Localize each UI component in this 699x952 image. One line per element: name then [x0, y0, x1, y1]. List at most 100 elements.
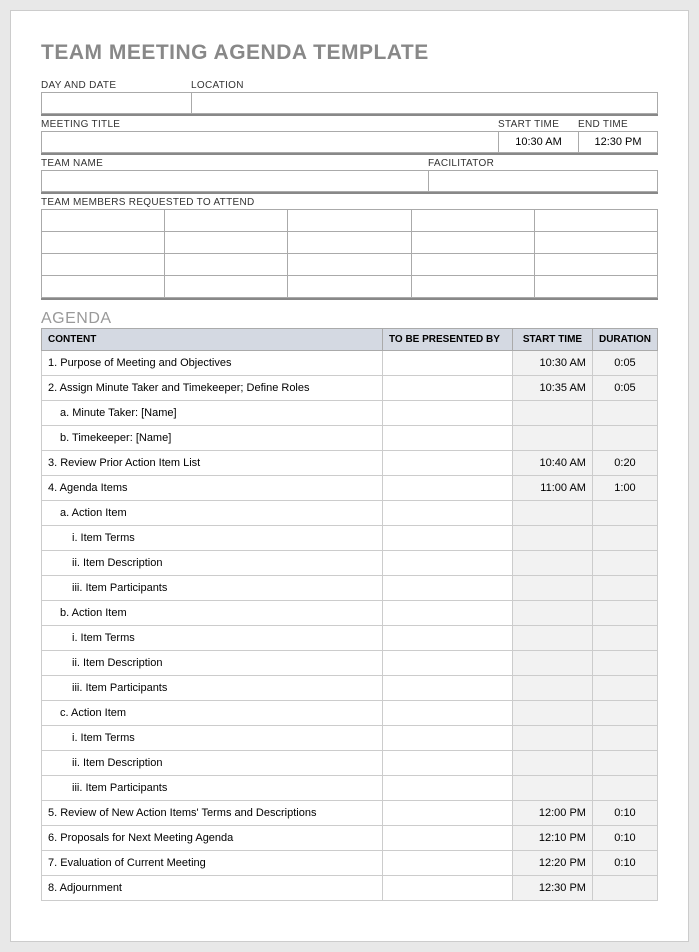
agenda-row: i. Item Terms — [42, 726, 658, 751]
agenda-start[interactable] — [512, 426, 592, 451]
agenda-presented[interactable] — [382, 826, 512, 851]
member-cell[interactable] — [288, 210, 411, 232]
member-cell[interactable] — [411, 276, 534, 298]
member-cell[interactable] — [165, 254, 288, 276]
agenda-start[interactable]: 12:10 PM — [512, 826, 592, 851]
meeting-title-field[interactable] — [41, 131, 498, 153]
member-cell[interactable] — [411, 210, 534, 232]
member-cell[interactable] — [165, 276, 288, 298]
start-time-field[interactable]: 10:30 AM — [498, 131, 578, 153]
member-cell[interactable] — [534, 254, 657, 276]
agenda-duration[interactable] — [592, 526, 657, 551]
agenda-duration[interactable] — [592, 426, 657, 451]
agenda-presented[interactable] — [382, 776, 512, 801]
member-cell[interactable] — [411, 254, 534, 276]
agenda-content: iii. Item Participants — [42, 776, 383, 801]
agenda-start[interactable] — [512, 401, 592, 426]
agenda-content: 4. Agenda Items — [42, 476, 383, 501]
agenda-duration[interactable]: 0:10 — [592, 851, 657, 876]
member-cell[interactable] — [165, 232, 288, 254]
agenda-presented[interactable] — [382, 701, 512, 726]
agenda-duration[interactable]: 0:20 — [592, 451, 657, 476]
agenda-start[interactable]: 12:30 PM — [512, 876, 592, 901]
agenda-start[interactable] — [512, 576, 592, 601]
agenda-duration[interactable] — [592, 751, 657, 776]
location-label: LOCATION — [191, 79, 658, 92]
member-cell[interactable] — [42, 276, 165, 298]
agenda-content: 6. Proposals for Next Meeting Agenda — [42, 826, 383, 851]
agenda-duration[interactable] — [592, 701, 657, 726]
agenda-presented[interactable] — [382, 476, 512, 501]
agenda-start[interactable] — [512, 551, 592, 576]
agenda-presented[interactable] — [382, 376, 512, 401]
agenda-duration[interactable]: 1:00 — [592, 476, 657, 501]
agenda-start[interactable] — [512, 626, 592, 651]
agenda-start[interactable]: 12:00 PM — [512, 801, 592, 826]
agenda-duration[interactable] — [592, 551, 657, 576]
agenda-content: a. Action Item — [42, 501, 383, 526]
facilitator-field[interactable] — [428, 170, 658, 192]
agenda-duration[interactable] — [592, 626, 657, 651]
agenda-start[interactable]: 10:35 AM — [512, 376, 592, 401]
member-cell[interactable] — [288, 276, 411, 298]
member-cell[interactable] — [411, 232, 534, 254]
agenda-start[interactable] — [512, 651, 592, 676]
agenda-presented[interactable] — [382, 626, 512, 651]
agenda-start[interactable] — [512, 526, 592, 551]
agenda-presented[interactable] — [382, 651, 512, 676]
member-cell[interactable] — [288, 232, 411, 254]
agenda-duration[interactable] — [592, 601, 657, 626]
agenda-start[interactable] — [512, 676, 592, 701]
member-cell[interactable] — [42, 210, 165, 232]
member-cell[interactable] — [534, 232, 657, 254]
agenda-start[interactable] — [512, 751, 592, 776]
agenda-start[interactable] — [512, 701, 592, 726]
agenda-start[interactable] — [512, 726, 592, 751]
member-cell[interactable] — [288, 254, 411, 276]
agenda-presented[interactable] — [382, 501, 512, 526]
agenda-presented[interactable] — [382, 876, 512, 901]
agenda-presented[interactable] — [382, 426, 512, 451]
agenda-duration[interactable]: 0:10 — [592, 826, 657, 851]
agenda-presented[interactable] — [382, 801, 512, 826]
agenda-duration[interactable] — [592, 776, 657, 801]
agenda-duration[interactable] — [592, 401, 657, 426]
agenda-presented[interactable] — [382, 526, 512, 551]
agenda-duration[interactable]: 0:05 — [592, 376, 657, 401]
agenda-content: i. Item Terms — [42, 626, 383, 651]
agenda-presented[interactable] — [382, 551, 512, 576]
agenda-presented[interactable] — [382, 851, 512, 876]
agenda-duration[interactable] — [592, 876, 657, 901]
end-time-field[interactable]: 12:30 PM — [578, 131, 658, 153]
agenda-start[interactable]: 10:30 AM — [512, 351, 592, 376]
agenda-duration[interactable] — [592, 501, 657, 526]
agenda-presented[interactable] — [382, 401, 512, 426]
agenda-start[interactable]: 12:20 PM — [512, 851, 592, 876]
member-cell[interactable] — [534, 276, 657, 298]
agenda-duration[interactable] — [592, 651, 657, 676]
agenda-presented[interactable] — [382, 676, 512, 701]
team-name-field[interactable] — [41, 170, 428, 192]
agenda-start[interactable]: 11:00 AM — [512, 476, 592, 501]
agenda-duration[interactable] — [592, 726, 657, 751]
agenda-presented[interactable] — [382, 576, 512, 601]
location-field[interactable] — [191, 92, 658, 114]
member-cell[interactable] — [534, 210, 657, 232]
agenda-duration[interactable] — [592, 676, 657, 701]
agenda-presented[interactable] — [382, 726, 512, 751]
member-cell[interactable] — [42, 232, 165, 254]
agenda-start[interactable] — [512, 601, 592, 626]
agenda-duration[interactable]: 0:10 — [592, 801, 657, 826]
day-date-field[interactable] — [41, 92, 191, 114]
agenda-start[interactable] — [512, 776, 592, 801]
agenda-presented[interactable] — [382, 601, 512, 626]
member-cell[interactable] — [165, 210, 288, 232]
member-cell[interactable] — [42, 254, 165, 276]
agenda-duration[interactable] — [592, 576, 657, 601]
agenda-presented[interactable] — [382, 451, 512, 476]
agenda-presented[interactable] — [382, 751, 512, 776]
agenda-duration[interactable]: 0:05 — [592, 351, 657, 376]
agenda-start[interactable]: 10:40 AM — [512, 451, 592, 476]
agenda-presented[interactable] — [382, 351, 512, 376]
agenda-start[interactable] — [512, 501, 592, 526]
